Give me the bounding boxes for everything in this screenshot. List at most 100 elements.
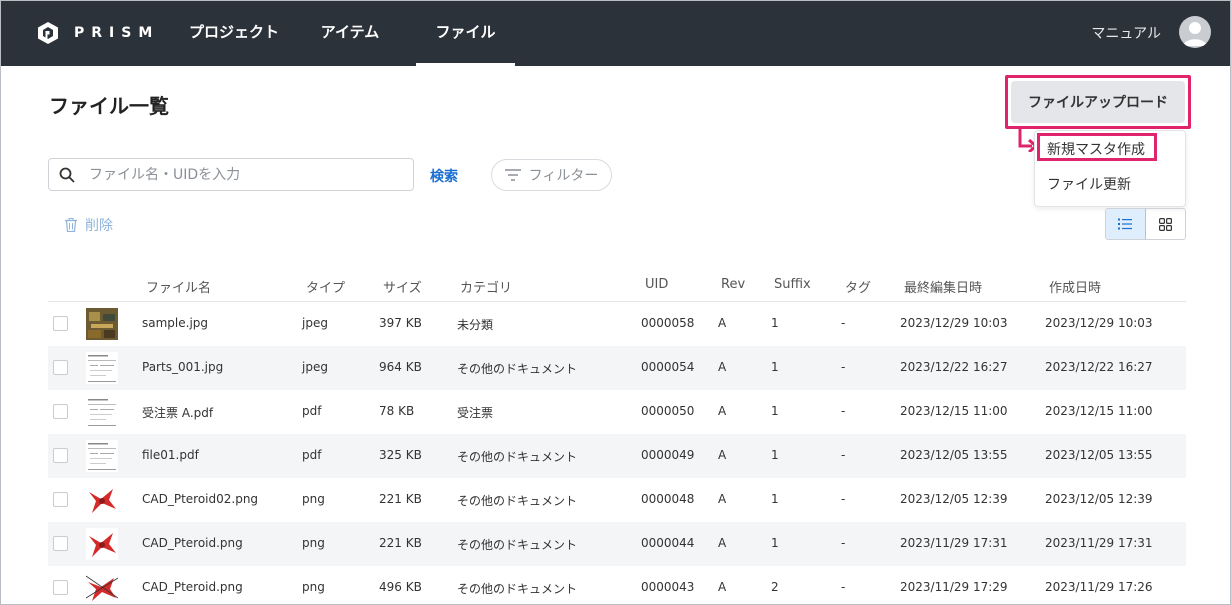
cell-type: png: [302, 492, 325, 506]
row-checkbox[interactable]: [53, 360, 68, 375]
user-avatar-icon[interactable]: [1179, 16, 1211, 48]
row-checkbox[interactable]: [53, 580, 68, 595]
cell-filename[interactable]: CAD_Pteroid02.png: [142, 492, 258, 506]
nav-projects[interactable]: プロジェクト: [176, 0, 292, 66]
cell-suffix: 1: [771, 316, 779, 330]
cell-uid: 0000043: [641, 580, 695, 594]
filter-button[interactable]: フィルター: [491, 159, 612, 191]
cell-created: 2023/12/29 10:03: [1045, 316, 1153, 330]
file-thumbnail[interactable]: [86, 396, 118, 428]
cell-edited: 2023/12/29 10:03: [900, 316, 1008, 330]
cell-size: 221 KB: [379, 492, 422, 506]
file-thumbnail[interactable]: [86, 352, 118, 384]
cell-size: 221 KB: [379, 536, 422, 550]
cell-filename[interactable]: file01.pdf: [142, 448, 199, 462]
nav-files[interactable]: ファイル: [416, 0, 515, 66]
cell-category: その他のドキュメント: [457, 362, 578, 376]
col-type[interactable]: タイプ: [306, 277, 345, 296]
table-row[interactable]: 受注票 A.pdf pdf 78 KB 受注票 0000050 A 1 - 2023/12/15…: [48, 390, 1186, 434]
row-checkbox[interactable]: [53, 316, 68, 331]
logo-text: PRISM: [74, 25, 160, 41]
cell-filename[interactable]: CAD_Pteroid.png: [142, 536, 243, 550]
row-checkbox[interactable]: [53, 448, 68, 463]
file-thumbnail[interactable]: [86, 308, 118, 340]
list-view-button[interactable]: [1106, 209, 1146, 239]
grid-view-button[interactable]: [1146, 209, 1186, 239]
cell-filename[interactable]: Parts_001.jpg: [142, 360, 223, 374]
cell-filename[interactable]: 受注票 A.pdf: [142, 404, 213, 421]
col-rev[interactable]: Rev: [721, 277, 745, 292]
row-checkbox[interactable]: [53, 536, 68, 551]
cell-rev: A: [718, 492, 727, 506]
nav-items[interactable]: アイテム: [306, 0, 394, 66]
file-thumbnail[interactable]: [86, 572, 118, 604]
menu-item-update-file[interactable]: ファイル更新: [1047, 174, 1131, 194]
table-row[interactable]: file01.pdf pdf 325 KB その他のドキュメント 0000049 A 1 - 2…: [48, 434, 1186, 478]
cell-uid: 0000044: [641, 536, 695, 550]
col-uid[interactable]: UID: [645, 277, 668, 292]
table-row[interactable]: CAD_Pteroid.png png 496 KB その他のドキュメント 000004…: [48, 566, 1186, 605]
delete-button[interactable]: 削除: [65, 215, 113, 235]
cell-type: pdf: [302, 404, 322, 418]
cell-category: その他のドキュメント: [457, 582, 578, 596]
table-row[interactable]: Parts_001.jpg jpeg 964 KB その他のドキュメント 0000054…: [48, 346, 1186, 390]
table-header: ファイル名 タイプ サイズ カテゴリ UID Rev Suffix タグ 最終編…: [48, 270, 1186, 302]
user-menu-label[interactable]: マニュアル: [1091, 23, 1161, 43]
cell-filename[interactable]: sample.jpg: [142, 316, 208, 330]
cell-rev: A: [718, 536, 727, 550]
cell-edited: 2023/12/05 12:39: [900, 492, 1008, 506]
file-thumbnail[interactable]: [86, 528, 118, 560]
grid-view-icon: [1158, 217, 1172, 231]
col-edited[interactable]: 最終編集日時: [904, 277, 982, 296]
col-category[interactable]: カテゴリ: [460, 277, 512, 296]
col-filename[interactable]: ファイル名: [146, 277, 211, 296]
row-checkbox[interactable]: [53, 492, 68, 507]
files-table: ファイル名 タイプ サイズ カテゴリ UID Rev Suffix タグ 最終編…: [48, 270, 1186, 605]
view-toggle: [1105, 208, 1186, 240]
table-row[interactable]: CAD_Pteroid02.png png 221 KB その他のドキュメント 0000…: [48, 478, 1186, 522]
file-upload-button[interactable]: ファイルアップロード: [1011, 81, 1185, 123]
cell-category: その他のドキュメント: [457, 450, 578, 464]
cell-uid: 0000054: [641, 360, 695, 374]
cell-created: 2023/12/22 16:27: [1045, 360, 1153, 374]
cell-category: 受注票: [457, 406, 494, 420]
search-button[interactable]: 検索: [430, 166, 458, 186]
file-thumbnail[interactable]: [86, 484, 118, 516]
table-row[interactable]: sample.jpg jpeg 397 KB 未分類 0000058 A 1 - 2023/12…: [48, 302, 1186, 346]
table-row[interactable]: CAD_Pteroid.png png 221 KB その他のドキュメント 000004…: [48, 522, 1186, 566]
row-checkbox[interactable]: [53, 404, 68, 419]
cell-edited: 2023/11/29 17:29: [900, 580, 1008, 594]
search-input[interactable]: [89, 159, 409, 190]
file-thumbnail[interactable]: [86, 440, 118, 472]
cell-suffix: 1: [771, 448, 779, 462]
cell-category: 未分類: [457, 318, 494, 332]
cell-rev: A: [718, 316, 727, 330]
cell-category: その他のドキュメント: [457, 538, 578, 552]
cell-edited: 2023/12/22 16:27: [900, 360, 1008, 374]
cell-uid: 0000058: [641, 316, 695, 330]
cell-suffix: 1: [771, 492, 779, 506]
search-box: [48, 158, 414, 191]
page-title: ファイル一覧: [49, 94, 169, 118]
cell-filename[interactable]: CAD_Pteroid.png: [142, 580, 243, 594]
col-tag[interactable]: タグ: [845, 277, 871, 296]
cell-tag: -: [841, 580, 846, 594]
cell-created: 2023/12/05 12:39: [1045, 492, 1153, 506]
logo[interactable]: PRISM: [36, 21, 159, 45]
filter-icon: [504, 169, 521, 181]
list-view-icon: [1118, 218, 1133, 230]
cell-uid: 0000048: [641, 492, 695, 506]
cell-rev: A: [718, 580, 727, 594]
cell-size: 964 KB: [379, 360, 422, 374]
cell-tag: -: [841, 404, 846, 418]
menu-highlight-box: [1037, 133, 1157, 161]
col-size[interactable]: サイズ: [383, 277, 422, 296]
cell-created: 2023/12/15 11:00: [1045, 404, 1153, 418]
filter-label: フィルター: [528, 168, 599, 184]
col-created[interactable]: 作成日時: [1049, 277, 1101, 296]
cell-type: jpeg: [302, 316, 328, 330]
cell-size: 78 KB: [379, 404, 415, 418]
col-suffix[interactable]: Suffix: [774, 277, 811, 292]
cell-created: 2023/11/29 17:31: [1045, 536, 1153, 550]
cell-created: 2023/11/29 17:26: [1045, 580, 1153, 594]
